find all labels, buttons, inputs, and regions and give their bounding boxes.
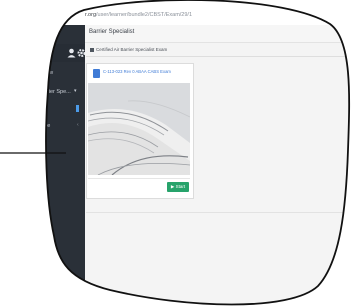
sidebar-item-course[interactable]: fied Air Barrier Spe... [20, 89, 71, 95]
breadcrumb-label[interactable]: Certified Air Barrier Specialist Exam [96, 47, 167, 52]
divider [86, 56, 355, 57]
sidebar-item-exam[interactable]: xam [20, 106, 30, 112]
breadcrumb: Certified Air Barrier Specialist Exam [90, 47, 167, 52]
sidebar-item-study-guide[interactable]: Study Guide [20, 123, 50, 129]
card-divider [88, 178, 190, 179]
divider [86, 212, 355, 213]
url-domain: r.org [85, 12, 97, 18]
sidebar-item-learner-view[interactable]: rner View [30, 70, 53, 76]
open-book-image [88, 83, 190, 175]
url-path: /user/learner/bundle2/CBST/Exam/29/1 [96, 12, 193, 18]
browser-screen: r.org/user/learner/bundle2/CBST/Exam/29/… [0, 0, 355, 306]
book-icon [90, 47, 94, 52]
start-button[interactable]: ▶ Start [167, 182, 189, 192]
open-book-graphic [88, 83, 190, 175]
document-icon [93, 69, 100, 78]
user-icon[interactable] [67, 48, 76, 60]
sidebar-bottom [0, 264, 75, 306]
active-indicator [76, 105, 79, 112]
exam-title-link[interactable]: C-113-023 Rev 0 ABAA CABS Exam [103, 69, 171, 74]
chevron-left-icon[interactable]: ‹ [77, 122, 79, 128]
address-bar[interactable]: r.org/user/learner/bundle2/CBST/Exam/29/… [85, 8, 285, 22]
page-title: Barrier Specialist [89, 29, 135, 35]
caret-down-icon[interactable]: ▾ [74, 88, 77, 94]
user-icon-glyph [67, 48, 76, 58]
